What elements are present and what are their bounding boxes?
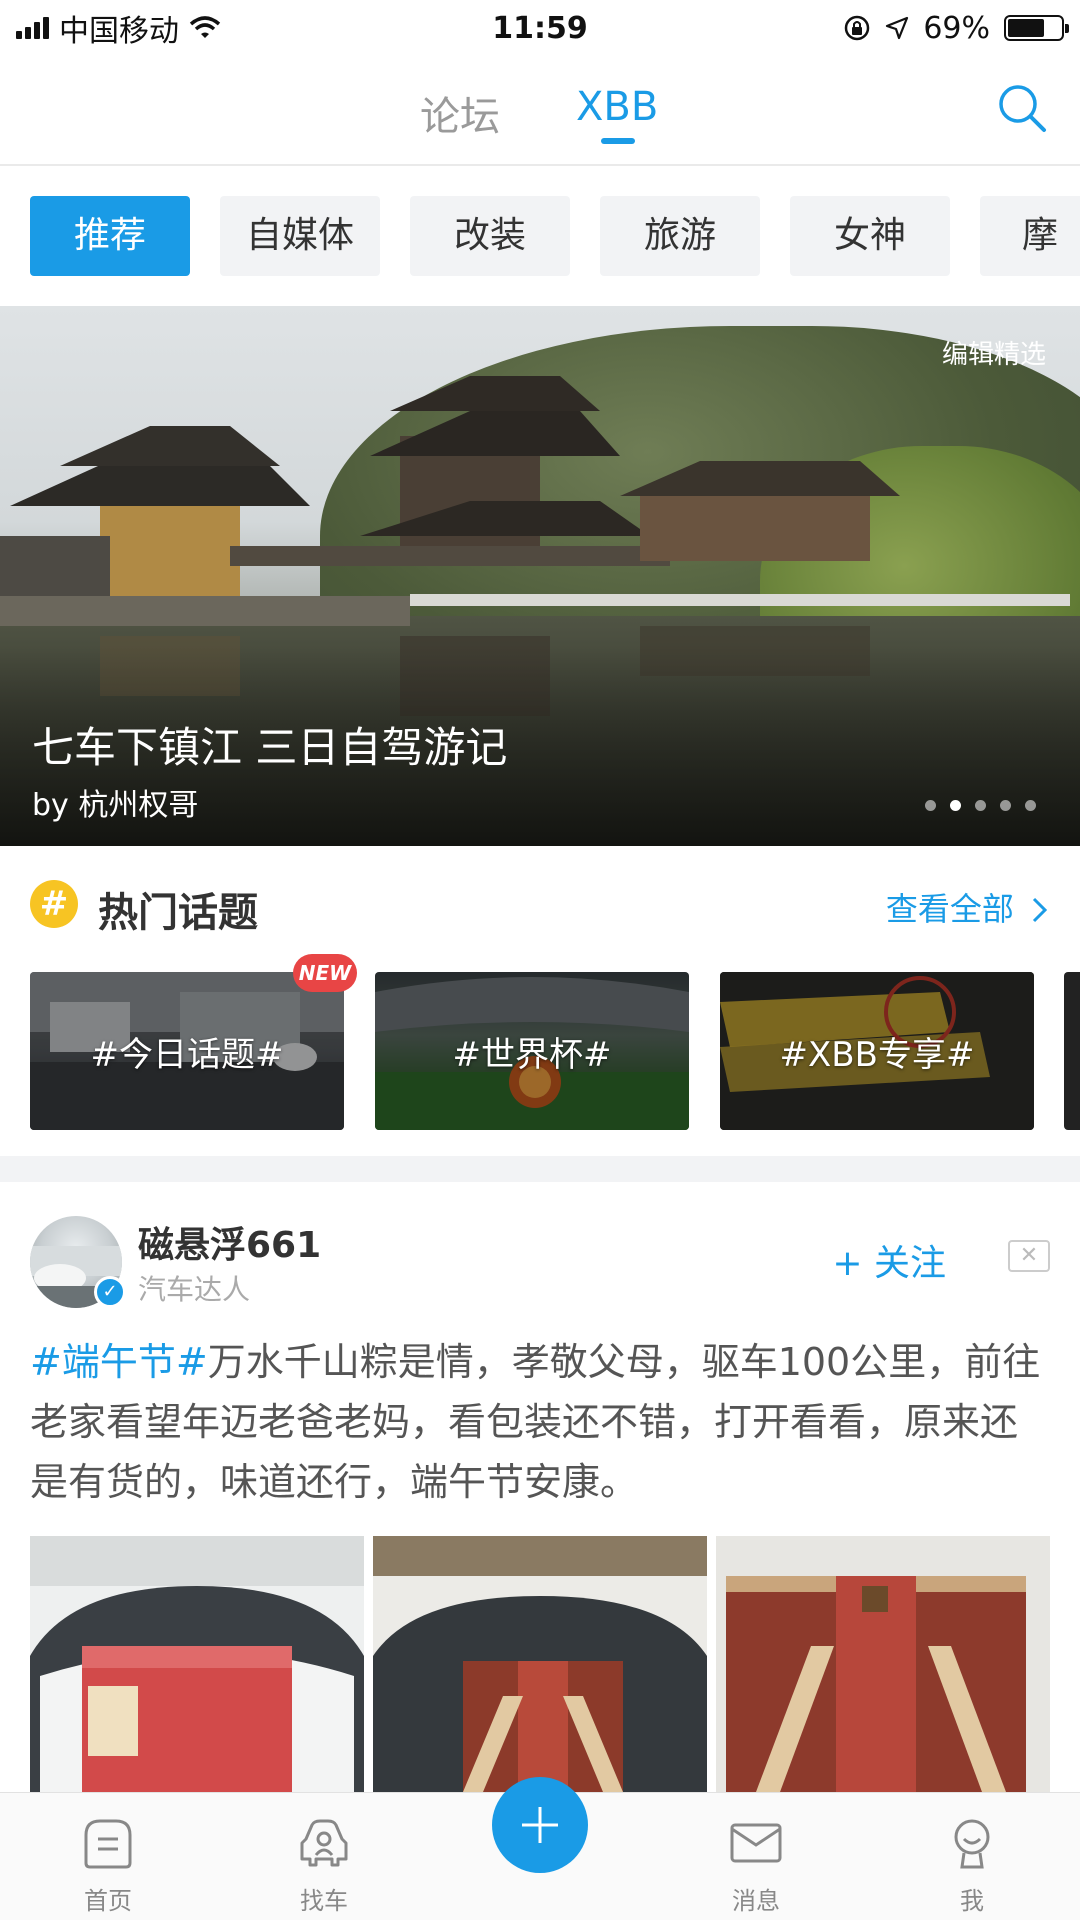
hot-topics-title: 热门话题 bbox=[98, 890, 258, 936]
post-author-name[interactable]: 磁悬浮661 bbox=[138, 1216, 321, 1268]
category-tabs: 推荐 自媒体 改装 旅游 女神摩 bbox=[30, 196, 1080, 276]
hero-banner[interactable]: 编辑精选 七车下镇江 三日自驾游记 by 杭州权哥 bbox=[0, 306, 1080, 846]
verified-check-icon: ✓ bbox=[94, 1276, 126, 1308]
photo-car-basket bbox=[373, 1536, 707, 1792]
post-photo[interactable] bbox=[373, 1536, 707, 1792]
topic-label: #今日话题# bbox=[90, 1034, 284, 1075]
category-self-media[interactable]: 自媒体 bbox=[220, 196, 380, 276]
carousel-dots[interactable] bbox=[925, 800, 1036, 811]
post-photo[interactable] bbox=[30, 1536, 364, 1792]
topic-card[interactable]: #XBB专享# bbox=[720, 972, 1034, 1130]
editor-pick-badge: 编辑精选 bbox=[941, 340, 1046, 370]
post-photo[interactable] bbox=[716, 1536, 1050, 1792]
tab-profile[interactable]: 我 bbox=[912, 1815, 1032, 1916]
carousel-dot[interactable] bbox=[1025, 800, 1036, 811]
hero-title[interactable]: 七车下镇江 三日自驾游记 bbox=[32, 714, 507, 775]
post-photos bbox=[30, 1536, 1050, 1792]
wifi-icon bbox=[189, 16, 221, 38]
hot-topics-list: #今日话题# NEW #世界杯# #XBB专享# bbox=[30, 954, 1080, 1130]
plus-icon bbox=[522, 1807, 558, 1843]
view-all-link[interactable]: 查看全部 bbox=[886, 884, 1050, 930]
tab-find-car[interactable]: 找车 bbox=[264, 1815, 384, 1916]
category-modification[interactable]: 改装 bbox=[410, 196, 570, 276]
close-icon[interactable]: ✕ bbox=[1008, 1240, 1050, 1272]
new-badge: NEW bbox=[293, 954, 357, 992]
battery-icon bbox=[1004, 15, 1069, 41]
home-icon bbox=[84, 1819, 132, 1869]
chevron-right-icon bbox=[1032, 897, 1048, 923]
rotation-lock-icon bbox=[845, 15, 870, 41]
tab-xbb[interactable]: XBB bbox=[576, 84, 658, 130]
add-post-button[interactable] bbox=[492, 1777, 588, 1873]
hash-icon: # bbox=[30, 880, 78, 928]
tab-messages-label: 消息 bbox=[732, 1887, 780, 1915]
search-icon[interactable] bbox=[994, 80, 1052, 138]
topic-card[interactable]: #世界杯# bbox=[375, 972, 689, 1130]
status-left: 中国移动 bbox=[16, 6, 376, 50]
view-all-label: 查看全部 bbox=[885, 890, 1014, 928]
tab-home[interactable]: 首页 bbox=[48, 1815, 168, 1916]
active-tab-indicator bbox=[601, 138, 635, 144]
post-header: ✓ 磁悬浮661 汽车达人 + 关注 ✕ bbox=[30, 1212, 1050, 1308]
battery-fill bbox=[1008, 19, 1044, 37]
category-partial[interactable]: 摩 bbox=[980, 196, 1080, 276]
hot-topics-header: # 热门话题 查看全部 bbox=[30, 876, 1050, 936]
mail-icon bbox=[730, 1823, 782, 1863]
tab-forum[interactable]: 论坛 bbox=[420, 84, 500, 142]
category-goddess[interactable]: 女神 bbox=[790, 196, 950, 276]
tab-messages[interactable]: 消息 bbox=[696, 1815, 816, 1916]
top-nav: 论坛 XBB bbox=[0, 56, 1080, 166]
post-hashtag[interactable]: #端午节# bbox=[30, 1340, 208, 1384]
section-divider bbox=[0, 1156, 1080, 1182]
category-recommend[interactable]: 推荐 bbox=[30, 196, 190, 276]
carousel-dot[interactable] bbox=[950, 800, 961, 811]
clock: 11:59 bbox=[492, 10, 588, 46]
follow-button[interactable]: + 关注 bbox=[832, 1234, 946, 1286]
category-travel[interactable]: 旅游 bbox=[600, 196, 760, 276]
topic-card[interactable]: #今日话题# bbox=[30, 972, 344, 1130]
tab-profile-label: 我 bbox=[960, 1887, 984, 1915]
tab-find-car-label: 找车 bbox=[300, 1887, 348, 1915]
topic-label: #XBB专享# bbox=[779, 1034, 975, 1075]
battery-percent: 69% bbox=[923, 10, 990, 46]
topic-label: #世界杯# bbox=[452, 1034, 612, 1075]
status-right: 69% bbox=[704, 10, 1069, 46]
carousel-dot[interactable] bbox=[1000, 800, 1011, 811]
photo-car-box bbox=[30, 1536, 364, 1792]
car-icon bbox=[300, 1819, 348, 1867]
post-author-role: 汽车达人 bbox=[138, 1273, 251, 1306]
photo-gift-basket bbox=[716, 1536, 1050, 1792]
signal-icon bbox=[16, 17, 49, 39]
location-arrow-icon bbox=[886, 16, 909, 40]
post-body[interactable]: #端午节#万水千山粽是情，孝敬父母，驱车100公里，前往老家看望年迈老爸老妈，看… bbox=[30, 1332, 1050, 1512]
person-icon bbox=[954, 1819, 990, 1869]
carousel-dot[interactable] bbox=[975, 800, 986, 811]
topic-card-partial[interactable] bbox=[1064, 972, 1080, 1130]
bottom-tab-bar: 首页 找车 消息 我 bbox=[0, 1777, 1080, 1920]
carousel-dot[interactable] bbox=[925, 800, 936, 811]
status-bar: 中国移动 11:59 69% bbox=[0, 0, 1080, 56]
hero-author[interactable]: by 杭州权哥 bbox=[32, 780, 198, 824]
tab-home-label: 首页 bbox=[84, 1887, 132, 1915]
carrier-label: 中国移动 bbox=[59, 14, 179, 49]
